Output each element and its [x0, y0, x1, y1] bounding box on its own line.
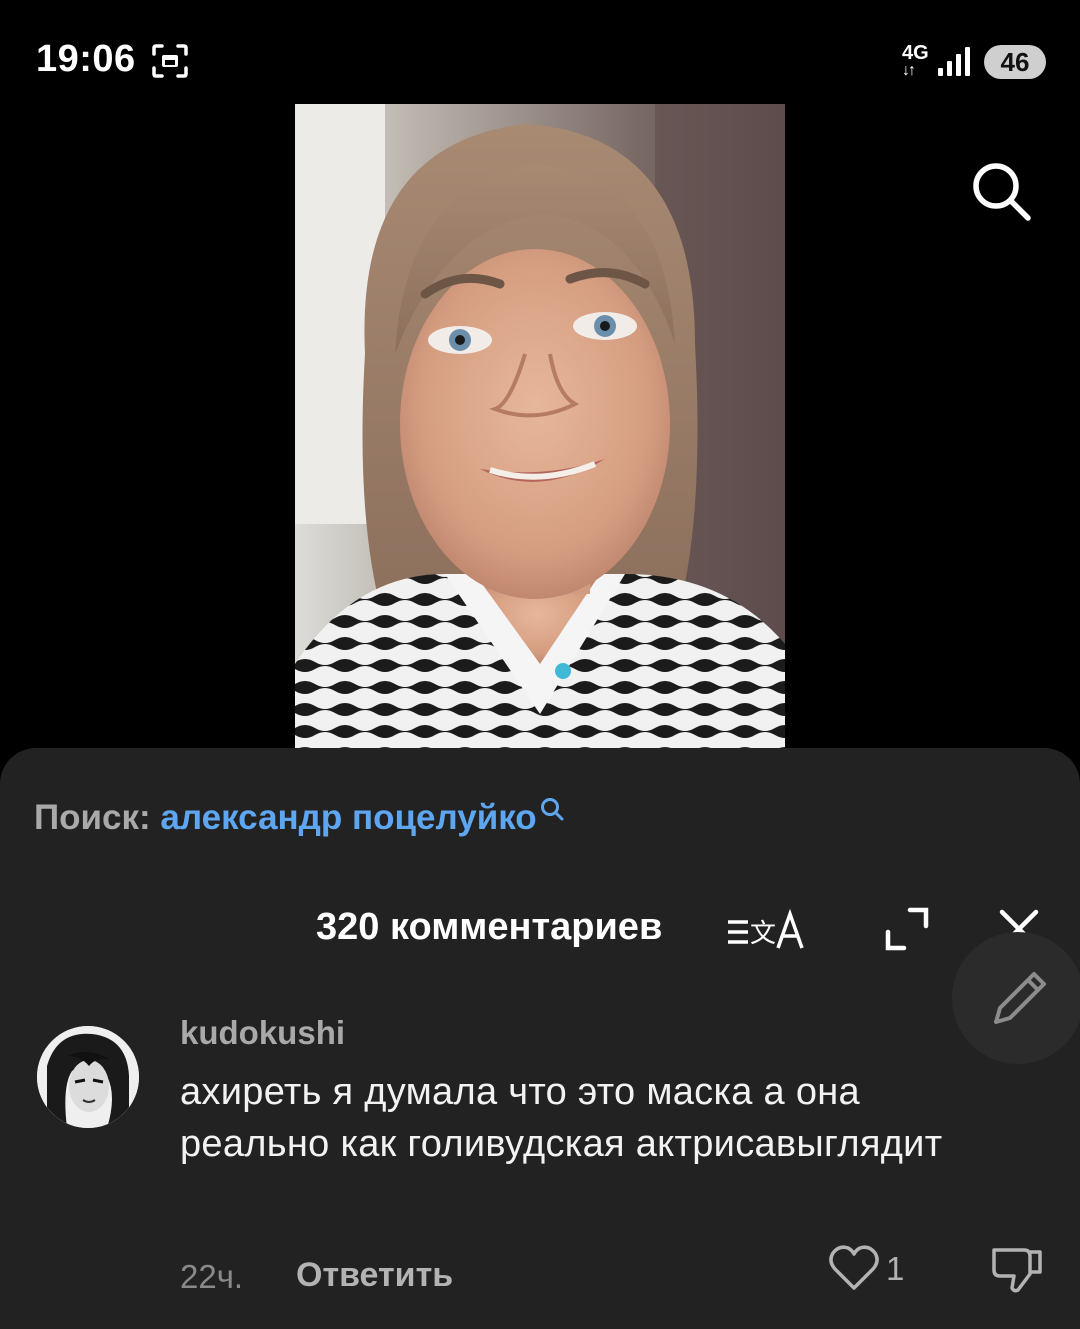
comment-text: ахиреть я думала что это маска а она реа… [180, 1071, 943, 1165]
translate-icon[interactable]: 文 [726, 908, 808, 952]
comment-time: 22ч. [180, 1258, 244, 1295]
search-icon[interactable] [968, 158, 1034, 224]
video-frame-image [295, 104, 785, 750]
comments-count-title: 320 комментариев [316, 906, 663, 948]
status-time: 19:06 [36, 38, 136, 80]
heart-icon[interactable] [828, 1244, 880, 1292]
expand-icon[interactable] [884, 906, 930, 952]
reply-button[interactable]: Ответить [296, 1256, 453, 1295]
comment-username[interactable]: kudokushi [180, 1014, 345, 1052]
screen: 19:06 4G ↓↑ 46 Поиск: александр поцелуйк… [0, 0, 1080, 1329]
battery-icon: 46 [984, 45, 1046, 79]
related-search-link[interactable]: Поиск: александр поцелуйко [34, 798, 565, 838]
svg-text:文: 文 [750, 919, 776, 949]
avatar-image [37, 1026, 139, 1128]
search-small-icon [540, 798, 564, 821]
network-type: 4G ↓↑ [902, 42, 929, 79]
write-comment-button[interactable] [952, 932, 1080, 1064]
dislike-icon[interactable] [990, 1244, 1044, 1294]
signal-icon [938, 47, 970, 76]
search-label: Поиск: [34, 798, 161, 837]
like-count: 1 [886, 1250, 905, 1287]
battery-level: 46 [1000, 46, 1030, 77]
avatar[interactable] [37, 1026, 139, 1128]
search-query[interactable]: александр поцелуйко [160, 798, 536, 837]
video-player[interactable] [295, 104, 785, 750]
screenshot-icon [152, 44, 188, 78]
pencil-icon [994, 972, 1046, 1024]
